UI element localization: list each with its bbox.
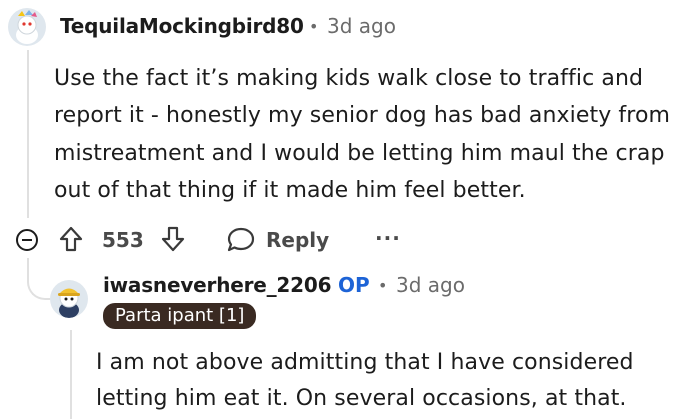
reply-avatar[interactable]: [50, 280, 88, 318]
reply-line: I am not above admitting that I have con…: [96, 350, 634, 375]
collapse-icon[interactable]: [16, 229, 38, 251]
comment-line: out of that thing if it made him feel be…: [54, 178, 526, 203]
comment-timestamp[interactable]: 3d ago: [327, 14, 396, 38]
upvote-count: 553: [102, 228, 144, 252]
reply-icon[interactable]: [226, 225, 256, 253]
comment-line: Use the fact it’s making kids walk close…: [54, 66, 644, 91]
reply-button[interactable]: Reply: [266, 228, 329, 252]
user-flair: Parta ipant [1]: [103, 303, 257, 329]
thread-branch: [27, 272, 51, 300]
reply-timestamp[interactable]: 3d ago: [396, 273, 465, 297]
separator-dot: •: [309, 17, 319, 36]
downvote-icon[interactable]: [160, 225, 186, 253]
avatar[interactable]: [8, 8, 46, 46]
comment-line: report it - honestly my senior dog has b…: [54, 103, 671, 128]
upvote-icon[interactable]: [58, 225, 84, 253]
more-options-button[interactable]: ···: [375, 226, 401, 250]
thread-line-main: [27, 50, 29, 218]
thread-line-reply: [70, 330, 72, 419]
comment-username[interactable]: TequilaMockingbird80: [60, 14, 304, 38]
op-badge: OP: [338, 273, 370, 297]
reply-line: letting him eat it. On several occasions…: [96, 386, 627, 411]
separator-dot: •: [378, 276, 388, 295]
reply-username[interactable]: iwasneverhere_2206: [103, 273, 331, 297]
comment-line: mistreatment and I would be letting him …: [54, 141, 665, 166]
